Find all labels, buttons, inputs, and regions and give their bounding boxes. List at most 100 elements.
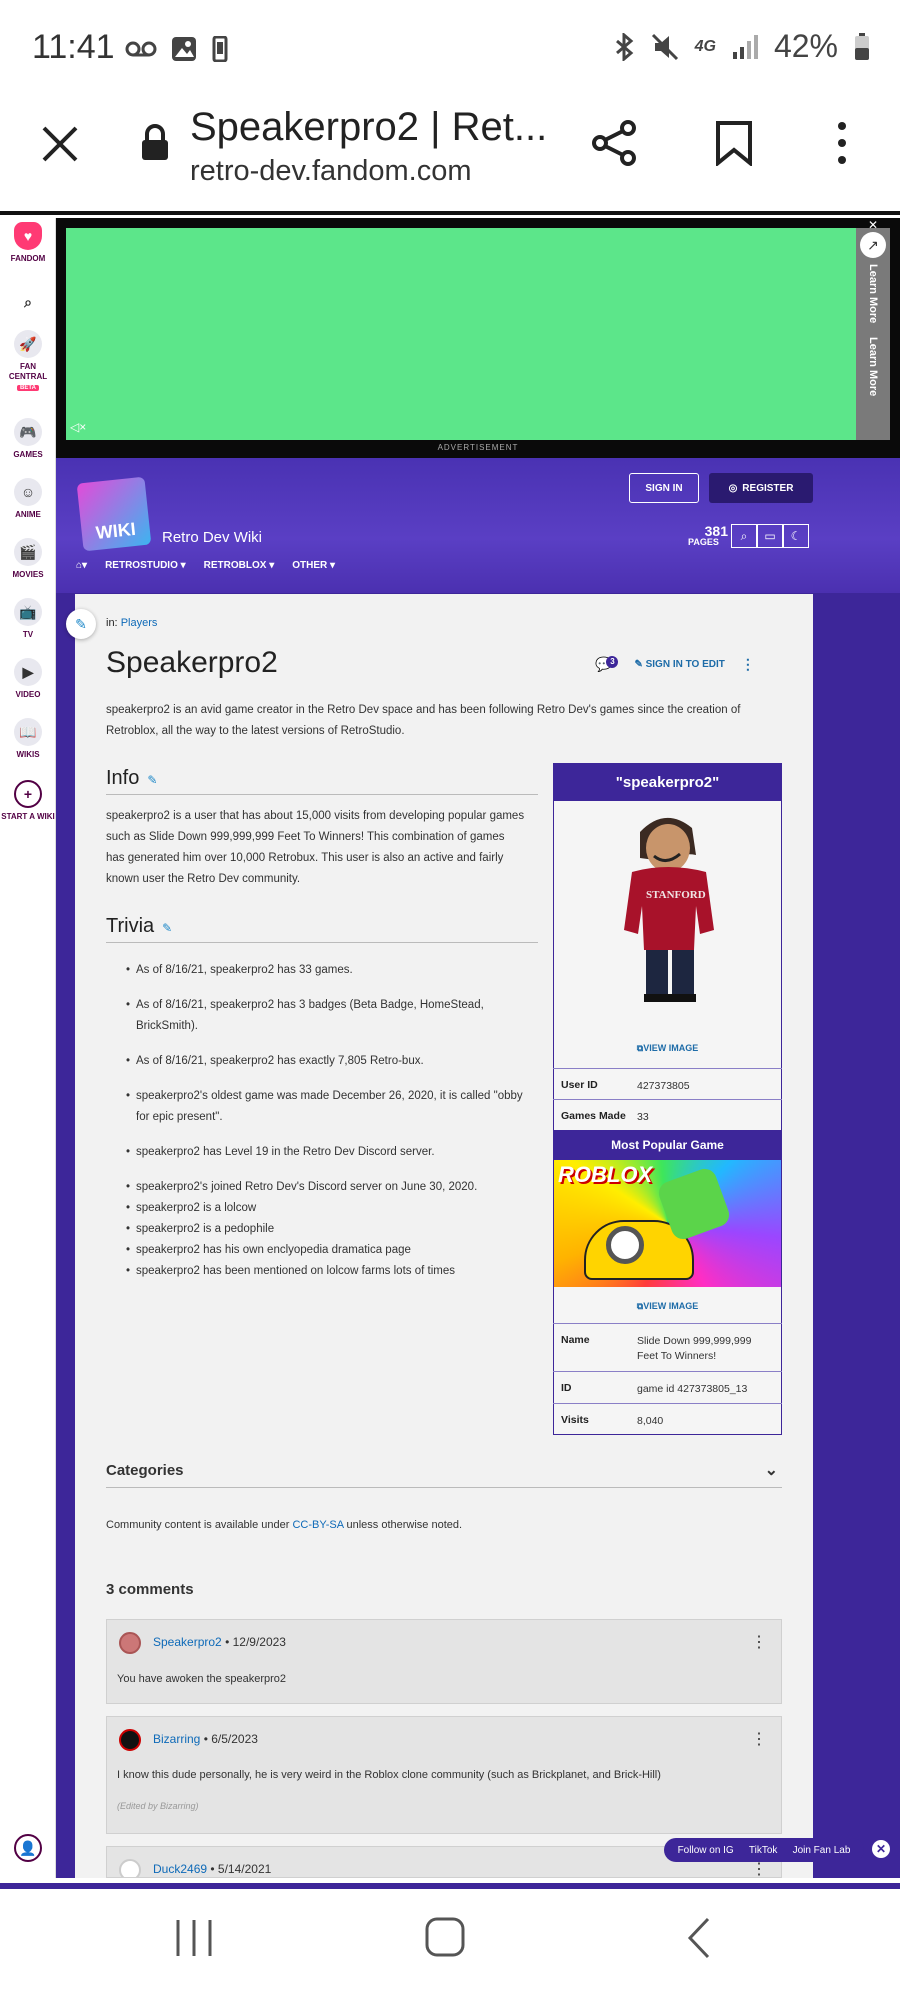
categories-toggle[interactable]: Categories ⌄ [106,1462,782,1488]
avatar-image[interactable]: STANFORD [610,810,725,1005]
user-circle-icon: ◎ [728,482,738,494]
nav-retroblox[interactable]: RETROBLOX ▾ [204,560,275,571]
pages-label: PAGES [688,537,719,547]
edit-section-icon[interactable]: ✎ [147,773,157,787]
wiki-logo[interactable]: WIKI [76,476,152,552]
trivia-item: speakerpro2 has his own enclyopedia dram… [106,1240,526,1261]
ad-close-icon[interactable]: ✕ [868,218,878,232]
join-fan-lab-link[interactable]: Join Fan Lab [793,1845,851,1856]
external-link-icon: ↗ [860,232,886,258]
nav-other[interactable]: OTHER ▾ [292,560,335,571]
comment-username[interactable]: Duck2469 [153,1862,207,1876]
edit-section-icon[interactable]: ✎ [162,921,172,935]
info-heading: Info ✎ [106,767,538,795]
comment-username[interactable]: Speakerpro2 [153,1635,222,1649]
advertisement-banner[interactable] [66,228,856,440]
comment-username[interactable]: Bizarring [153,1732,200,1746]
infobox-title: "speakerpro2" [553,763,782,801]
minion-eye [606,1226,644,1264]
game-logo-text: ROBLOX [558,1162,653,1187]
battery-icon [855,32,869,60]
page-more-icon[interactable]: ⋮ [741,656,755,673]
wiki-nav: ⌂▾ RETROSTUDIO ▾ RETROBLOX ▾ OTHER ▾ [76,560,335,571]
tiktok-link[interactable]: TikTok [749,1845,778,1856]
tv-icon: 📺 [14,598,42,626]
home-icon[interactable] [424,1916,466,1958]
header-tools: ⌕ ▭ ☾ [731,524,809,548]
trivia-item: speakerpro2's joined Retro Dev's Discord… [106,1177,526,1198]
recent-apps-icon[interactable] [172,1918,218,1958]
rail-fan-central[interactable]: 🚀 FAN CENTRAL BETA [0,330,56,393]
rail-account[interactable]: 👤 [0,1834,56,1866]
comment-more-icon[interactable]: ⋮ [751,1632,767,1652]
avatar[interactable] [119,1632,141,1654]
mute-ad-icon[interactable]: ◁× [70,420,86,434]
bookmark-icon[interactable] [714,120,754,166]
search-icon[interactable]: ⌕ [731,524,757,548]
fandom-logo-icon: ♥ [14,222,42,250]
mute-icon [651,33,678,60]
trivia-item: speakerpro2 is a pedophile [106,1219,526,1240]
discussions-icon[interactable]: ▭ [757,524,783,548]
edit-pencil-icon[interactable]: ✎ [66,609,96,639]
comments-button[interactable]: 💬3 [595,656,619,673]
register-button[interactable]: ◎ REGISTER [709,473,813,503]
infobox-row-id: ID game id 427373805_13 [553,1371,782,1407]
trivia-item: speakerpro2 has Level 19 in the Retro De… [106,1142,526,1163]
category-link-players[interactable]: Players [121,617,158,629]
status-time: 11:41 [32,28,115,66]
chevron-down-icon: ⌄ [764,1462,778,1479]
page-tools: 💬3 ✎ SIGN IN TO EDIT ⋮ [595,656,755,673]
book-icon: 📖 [14,718,42,746]
sign-in-to-edit-button[interactable]: ✎ SIGN IN TO EDIT [634,659,724,670]
rail-anime[interactable]: ☺ ANIME [0,478,56,520]
rail-movies[interactable]: 🎬 MOVIES [0,538,56,580]
lte-icon: 4G [694,37,716,55]
user-icon: 👤 [14,1834,42,1862]
rail-tv[interactable]: 📺 TV [0,598,56,640]
dark-mode-icon[interactable]: ☾ [783,524,809,548]
rail-fandom[interactable]: ♥ FANDOM [0,222,56,264]
browser-url[interactable]: retro-dev.fandom.com [190,155,472,188]
browser-page-title[interactable]: Speakerpro2 | Ret... [190,105,547,150]
rail-search[interactable]: ⌕ [0,288,56,320]
close-icon[interactable] [40,124,80,164]
comment-edited-note: (Edited by Bizarring) [117,1801,199,1811]
trivia-item: speakerpro2 has been mentioned on lolcow… [106,1261,526,1282]
comment-item: Speakerpro2 • 12/9/2023 You have awoken … [106,1619,782,1704]
avatar[interactable] [119,1859,141,1877]
share-icon[interactable] [590,118,640,168]
info-text: speakerpro2 is a user that has about 15,… [106,810,525,885]
category-breadcrumb: in: Players [106,617,158,629]
nav-retrostudio[interactable]: RETROSTUDIO ▾ [105,560,186,571]
rail-start-wiki[interactable]: + START A WIKI [0,780,56,822]
infobox-row-name: Name Slide Down 999,999,999 Feet To Winne… [553,1323,782,1371]
license-link[interactable]: CC-BY-SA [292,1519,343,1531]
game-thumbnail[interactable]: ROBLOX [554,1160,781,1287]
close-icon[interactable]: ✕ [872,1840,890,1858]
more-menu-icon[interactable] [832,120,852,166]
rail-wikis[interactable]: 📖 WIKIS [0,718,56,760]
trivia-item: As of 8/16/21, speakerpro2 has 33 games. [106,960,526,981]
avatar[interactable] [119,1729,141,1751]
view-image-link[interactable]: ⧉VIEW IMAGE [553,1301,782,1312]
gamepad-icon: 🎮 [14,418,42,446]
rail-video[interactable]: ▶ VIDEO [0,658,56,700]
rail-games[interactable]: 🎮 GAMES [0,418,56,460]
sign-in-button[interactable]: SIGN IN [629,473,699,503]
rocket-icon: 🚀 [14,330,42,358]
back-icon[interactable] [684,1916,714,1960]
follow-ig-link[interactable]: Follow on IG [678,1845,734,1856]
wiki-name[interactable]: Retro Dev Wiki [162,529,262,546]
status-system-icons: 4G 42% [613,28,870,65]
comment-header: Speakerpro2 • 12/9/2023 [153,1635,286,1649]
social-links-bar: Follow on IG TikTok Join Fan Lab [664,1838,864,1862]
voicemail-icon [125,41,157,57]
search-icon: ⌕ [24,294,32,310]
view-image-link[interactable]: ⧉VIEW IMAGE [553,1043,782,1054]
ad-learn-more[interactable]: ↗ Learn More Learn More [856,228,890,440]
trivia-heading: Trivia ✎ [106,915,538,943]
comment-more-icon[interactable]: ⋮ [751,1729,767,1749]
nav-home-icon[interactable]: ⌂▾ [76,560,87,571]
comment-text: You have awoken the speakerpro2 [117,1673,286,1685]
